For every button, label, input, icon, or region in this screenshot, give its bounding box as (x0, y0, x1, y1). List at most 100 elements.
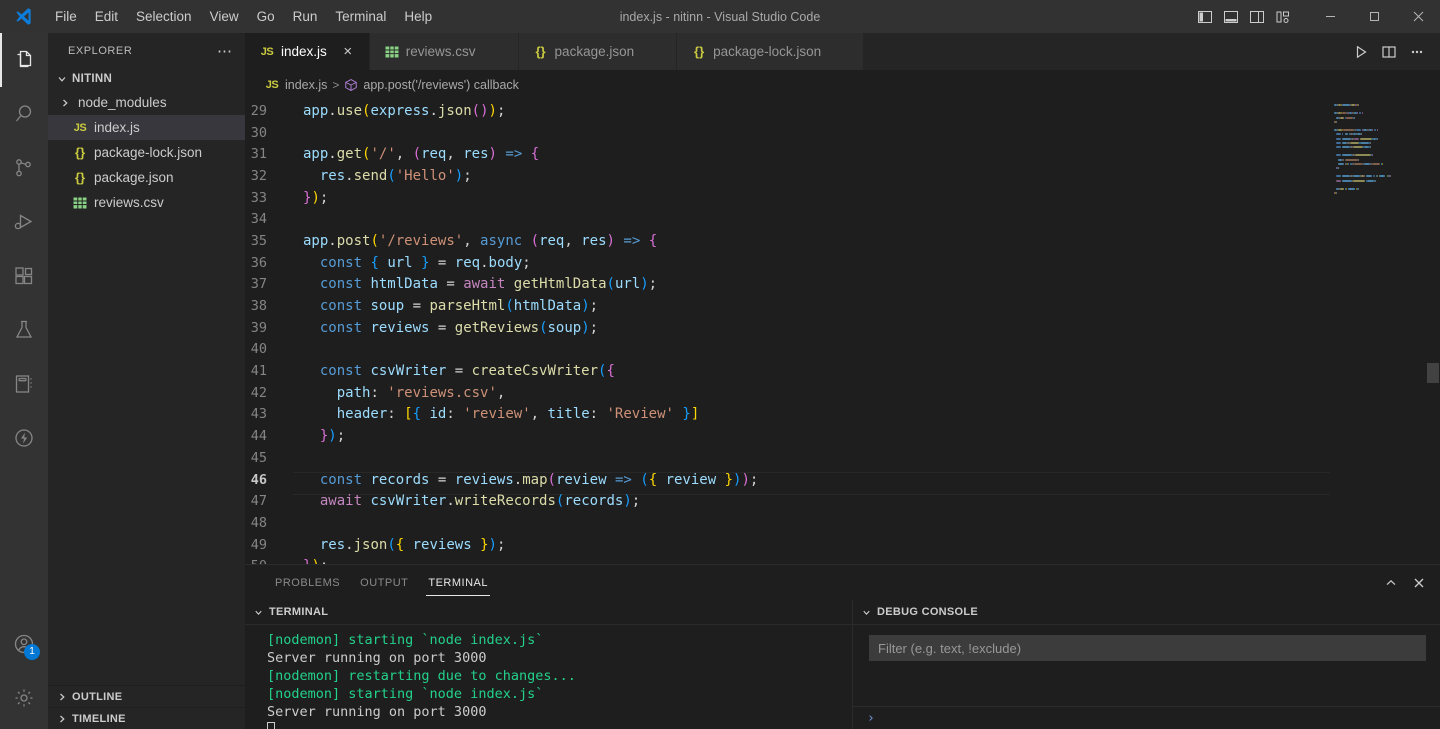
scrollbar-thumb[interactable] (1427, 363, 1439, 383)
activitybar-thunder-client[interactable] (0, 411, 48, 465)
breadcrumb-symbol[interactable]: app.post('/reviews') callback (344, 78, 519, 92)
tree-item-package-json[interactable]: {} package.json (48, 165, 245, 190)
tree-item-node-modules[interactable]: node_modules (48, 90, 245, 115)
activitybar-source-control[interactable] (0, 141, 48, 195)
code-line[interactable]: 32 res.send('Hello'); (245, 165, 1330, 187)
tab-package-json[interactable]: {} package.json × (518, 33, 678, 70)
menu-run[interactable]: Run (284, 6, 327, 28)
terminal-pane-header[interactable]: TERMINAL (245, 600, 852, 625)
code-line[interactable]: 44 }); (245, 425, 1330, 447)
code-line[interactable]: 39 const reviews = getReviews(soup); (245, 317, 1330, 339)
workspace-root-row[interactable]: NITINN (48, 68, 245, 90)
code-line[interactable]: 45 (245, 447, 1330, 469)
menu-go[interactable]: Go (248, 6, 284, 28)
code-token: ) (311, 189, 320, 206)
code-line[interactable]: 33}); (245, 187, 1330, 209)
tree-item-reviews-csv[interactable]: reviews.csv (48, 190, 245, 215)
split-editor-icon[interactable] (1376, 39, 1402, 65)
terminal-pane[interactable]: TERMINAL [nodemon] starting `node index.… (245, 600, 853, 729)
code-token: : (589, 406, 607, 423)
menu-help[interactable]: Help (395, 6, 441, 28)
sidebar-section-outline[interactable]: OUTLINE (48, 685, 245, 707)
code-editor[interactable]: 29 app.use(express.json()); 30 31 app.get('/… (245, 100, 1440, 564)
activitybar-run-and-debug[interactable] (0, 195, 48, 249)
activitybar-manage-settings[interactable] (0, 671, 48, 725)
code-line[interactable]: 34 (245, 208, 1330, 230)
line-number: 38 (250, 298, 267, 315)
activity-bar-bottom: 1 (0, 617, 48, 729)
accounts-badge: 1 (24, 644, 40, 660)
debug-console-pane[interactable]: DEBUG CONSOLE Filter (e.g. text, !exclud… (853, 600, 1440, 729)
code-content[interactable]: 29 app.use(express.json()); 30 31 app.get('/… (245, 100, 1440, 564)
debug-console-header[interactable]: DEBUG CONSOLE (853, 600, 1440, 625)
customize-layout-icon[interactable] (1272, 6, 1294, 28)
minimap-line (1336, 175, 1342, 178)
code-token: : (387, 406, 405, 423)
menu-file[interactable]: File (46, 6, 86, 28)
close-icon[interactable]: × (339, 43, 357, 61)
code-line[interactable]: 43 header: [{ id: 'review', title: 'Revi… (245, 404, 1330, 426)
sidebar-sections: OUTLINE TIMELINE (48, 685, 245, 729)
code-line[interactable]: 36 const { url } = req.body; (245, 252, 1330, 274)
menu-edit[interactable]: Edit (86, 6, 127, 28)
menu-selection[interactable]: Selection (127, 6, 201, 28)
code-line[interactable]: 40 (245, 339, 1330, 361)
tab-index-js[interactable]: JS index.js × (245, 33, 370, 70)
tab-bar-empty-space (864, 33, 1338, 70)
debug-console-filter-input[interactable]: Filter (e.g. text, !exclude) (869, 635, 1426, 661)
sidebar-section-timeline[interactable]: TIMELINE (48, 707, 245, 729)
maximize-icon[interactable] (1352, 0, 1396, 33)
tab-output[interactable]: OUTPUT (350, 565, 418, 600)
activitybar-search[interactable] (0, 87, 48, 141)
tab-terminal[interactable]: TERMINAL (418, 565, 498, 600)
code-token: req (539, 232, 565, 249)
toggle-primary-sidebar-icon[interactable] (1194, 6, 1216, 28)
close-icon[interactable] (1408, 572, 1430, 594)
activitybar-testing[interactable] (0, 303, 48, 357)
activitybar-extensions[interactable] (0, 249, 48, 303)
play-icon[interactable] (1348, 39, 1374, 65)
minimize-icon[interactable] (1308, 0, 1352, 33)
terminal-output[interactable]: [nodemon] starting `node index.js` Serve… (245, 625, 852, 729)
code-line[interactable]: 41 const csvWriter = createCsvWriter({ (245, 360, 1330, 382)
code-line[interactable]: 50}); (245, 555, 1330, 564)
menu-view[interactable]: View (201, 6, 248, 28)
breadcrumb-file[interactable]: JS index.js (264, 77, 328, 93)
tab-problems[interactable]: PROBLEMS (265, 565, 350, 600)
code-line[interactable]: 30 (245, 122, 1330, 144)
code-line[interactable]: 49 res.json({ reviews }); (245, 534, 1330, 556)
debug-console-input-row[interactable]: › (853, 706, 1440, 729)
menu-terminal[interactable]: Terminal (326, 6, 395, 28)
activitybar-accounts[interactable]: 1 (0, 617, 48, 671)
toggle-panel-icon[interactable] (1220, 6, 1242, 28)
code-token: await (463, 276, 506, 293)
close-icon[interactable] (1396, 0, 1440, 33)
panel-body: TERMINAL [nodemon] starting `node index.… (245, 600, 1440, 729)
code-text: }); (293, 428, 345, 444)
code-token: ) (480, 102, 489, 119)
code-line[interactable]: 47 await csvWriter.writeRecords(records)… (245, 490, 1330, 512)
minimap[interactable] (1330, 100, 1426, 564)
code-token: . (446, 493, 455, 510)
toggle-secondary-sidebar-icon[interactable] (1246, 6, 1268, 28)
chevron-up-icon[interactable] (1380, 572, 1402, 594)
code-line[interactable]: 31 app.get('/', (req, res) => { (245, 143, 1330, 165)
tree-item-index-js[interactable]: JS index.js (48, 115, 245, 140)
code-line[interactable]: 48 (245, 512, 1330, 534)
tab-reviews-csv[interactable]: reviews.csv × (369, 33, 519, 70)
explorer-more-actions-icon[interactable]: ⋯ (213, 42, 237, 60)
code-line[interactable]: 38 const soup = parseHtml(htmlData); (245, 295, 1330, 317)
ellipsis-icon[interactable] (1404, 39, 1430, 65)
code-line[interactable]: 35 app.post('/reviews', async (req, res) … (245, 230, 1330, 252)
activitybar-notebook[interactable] (0, 357, 48, 411)
code-line[interactable]: 37 const htmlData = await getHtmlData(ur… (245, 274, 1330, 296)
activitybar-explorer[interactable] (0, 33, 48, 87)
code-line[interactable]: 29 app.use(express.json()); (245, 100, 1330, 122)
tab-package-lock-json[interactable]: {} package-lock.json × (677, 33, 865, 70)
tree-item-package-lock-json[interactable]: {} package-lock.json (48, 140, 245, 165)
code-line[interactable]: 42 path: 'reviews.csv', (245, 382, 1330, 404)
code-line[interactable]: 46 const records = reviews.map(review =>… (245, 469, 1440, 496)
editor-vertical-scrollbar[interactable] (1426, 100, 1440, 564)
